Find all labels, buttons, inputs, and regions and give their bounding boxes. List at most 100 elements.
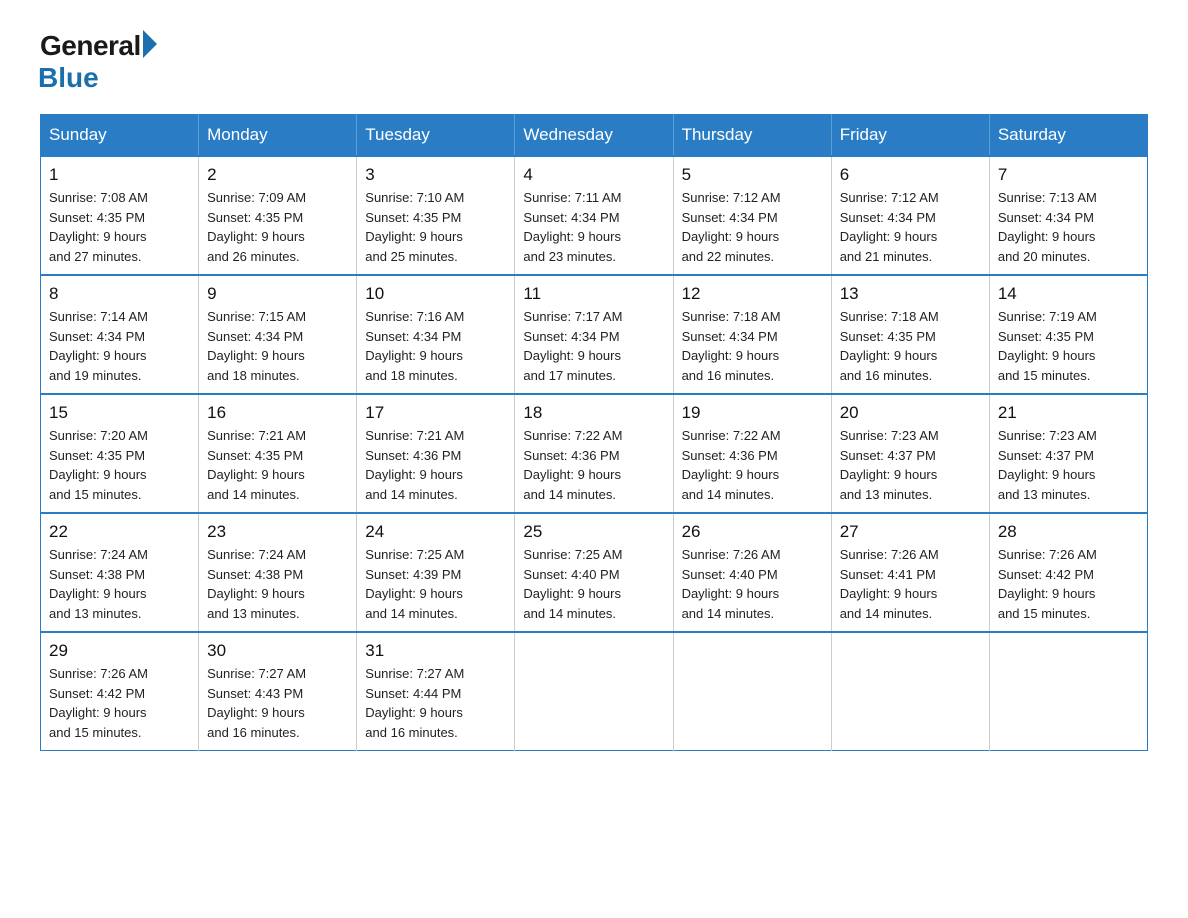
- day-number: 4: [523, 165, 664, 185]
- day-number: 2: [207, 165, 348, 185]
- calendar-day-cell: 23 Sunrise: 7:24 AMSunset: 4:38 PMDayligh…: [199, 513, 357, 632]
- day-info: Sunrise: 7:18 AMSunset: 4:34 PMDaylight:…: [682, 307, 823, 385]
- day-info: Sunrise: 7:12 AMSunset: 4:34 PMDaylight:…: [840, 188, 981, 266]
- day-of-week-header: Sunday: [41, 115, 199, 157]
- calendar-day-cell: 14 Sunrise: 7:19 AMSunset: 4:35 PMDayligh…: [989, 275, 1147, 394]
- page-header: General Blue: [40, 30, 1148, 94]
- day-info: Sunrise: 7:15 AMSunset: 4:34 PMDaylight:…: [207, 307, 348, 385]
- day-info: Sunrise: 7:10 AMSunset: 4:35 PMDaylight:…: [365, 188, 506, 266]
- calendar-table: SundayMondayTuesdayWednesdayThursdayFrid…: [40, 114, 1148, 751]
- day-number: 28: [998, 522, 1139, 542]
- day-info: Sunrise: 7:23 AMSunset: 4:37 PMDaylight:…: [840, 426, 981, 504]
- day-number: 10: [365, 284, 506, 304]
- calendar-day-cell: 27 Sunrise: 7:26 AMSunset: 4:41 PMDayligh…: [831, 513, 989, 632]
- day-number: 19: [682, 403, 823, 423]
- day-info: Sunrise: 7:13 AMSunset: 4:34 PMDaylight:…: [998, 188, 1139, 266]
- calendar-day-cell: 26 Sunrise: 7:26 AMSunset: 4:40 PMDayligh…: [673, 513, 831, 632]
- calendar-body: 1 Sunrise: 7:08 AMSunset: 4:35 PMDaylight…: [41, 156, 1148, 751]
- day-info: Sunrise: 7:16 AMSunset: 4:34 PMDaylight:…: [365, 307, 506, 385]
- days-of-week-row: SundayMondayTuesdayWednesdayThursdayFrid…: [41, 115, 1148, 157]
- day-number: 24: [365, 522, 506, 542]
- day-info: Sunrise: 7:18 AMSunset: 4:35 PMDaylight:…: [840, 307, 981, 385]
- day-info: Sunrise: 7:21 AMSunset: 4:36 PMDaylight:…: [365, 426, 506, 504]
- day-of-week-header: Wednesday: [515, 115, 673, 157]
- logo: General Blue: [40, 30, 157, 94]
- day-number: 5: [682, 165, 823, 185]
- day-number: 30: [207, 641, 348, 661]
- calendar-day-cell: 6 Sunrise: 7:12 AMSunset: 4:34 PMDaylight…: [831, 156, 989, 275]
- day-info: Sunrise: 7:22 AMSunset: 4:36 PMDaylight:…: [682, 426, 823, 504]
- calendar-day-cell: 4 Sunrise: 7:11 AMSunset: 4:34 PMDaylight…: [515, 156, 673, 275]
- calendar-day-cell: 13 Sunrise: 7:18 AMSunset: 4:35 PMDayligh…: [831, 275, 989, 394]
- calendar-day-cell: 3 Sunrise: 7:10 AMSunset: 4:35 PMDaylight…: [357, 156, 515, 275]
- day-info: Sunrise: 7:19 AMSunset: 4:35 PMDaylight:…: [998, 307, 1139, 385]
- calendar-day-cell: 16 Sunrise: 7:21 AMSunset: 4:35 PMDayligh…: [199, 394, 357, 513]
- day-info: Sunrise: 7:26 AMSunset: 4:42 PMDaylight:…: [49, 664, 190, 742]
- day-info: Sunrise: 7:25 AMSunset: 4:40 PMDaylight:…: [523, 545, 664, 623]
- day-number: 18: [523, 403, 664, 423]
- day-number: 29: [49, 641, 190, 661]
- day-of-week-header: Tuesday: [357, 115, 515, 157]
- day-info: Sunrise: 7:26 AMSunset: 4:41 PMDaylight:…: [840, 545, 981, 623]
- day-number: 3: [365, 165, 506, 185]
- day-of-week-header: Monday: [199, 115, 357, 157]
- calendar-day-cell: 8 Sunrise: 7:14 AMSunset: 4:34 PMDaylight…: [41, 275, 199, 394]
- day-number: 27: [840, 522, 981, 542]
- day-number: 20: [840, 403, 981, 423]
- calendar-day-cell: 17 Sunrise: 7:21 AMSunset: 4:36 PMDayligh…: [357, 394, 515, 513]
- day-number: 22: [49, 522, 190, 542]
- logo-arrow-icon: [143, 30, 157, 58]
- calendar-day-cell: 19 Sunrise: 7:22 AMSunset: 4:36 PMDayligh…: [673, 394, 831, 513]
- day-number: 17: [365, 403, 506, 423]
- day-number: 16: [207, 403, 348, 423]
- day-info: Sunrise: 7:22 AMSunset: 4:36 PMDaylight:…: [523, 426, 664, 504]
- calendar-day-cell: 30Sunrise: 7:27 AMSunset: 4:43 PMDayligh…: [199, 632, 357, 751]
- calendar-day-cell: [831, 632, 989, 751]
- day-number: 9: [207, 284, 348, 304]
- calendar-week-row: 1 Sunrise: 7:08 AMSunset: 4:35 PMDaylight…: [41, 156, 1148, 275]
- day-number: 23: [207, 522, 348, 542]
- day-number: 1: [49, 165, 190, 185]
- day-info: Sunrise: 7:24 AMSunset: 4:38 PMDaylight:…: [207, 545, 348, 623]
- day-number: 13: [840, 284, 981, 304]
- day-number: 31: [365, 641, 506, 661]
- day-number: 21: [998, 403, 1139, 423]
- day-info: Sunrise: 7:17 AMSunset: 4:34 PMDaylight:…: [523, 307, 664, 385]
- day-info: Sunrise: 7:26 AMSunset: 4:42 PMDaylight:…: [998, 545, 1139, 623]
- day-number: 15: [49, 403, 190, 423]
- day-number: 8: [49, 284, 190, 304]
- day-of-week-header: Saturday: [989, 115, 1147, 157]
- calendar-day-cell: 31 Sunrise: 7:27 AMSunset: 4:44 PMDayligh…: [357, 632, 515, 751]
- calendar-day-cell: 22 Sunrise: 7:24 AMSunset: 4:38 PMDayligh…: [41, 513, 199, 632]
- day-info: Sunrise: 7:23 AMSunset: 4:37 PMDaylight:…: [998, 426, 1139, 504]
- calendar-day-cell: 2Sunrise: 7:09 AMSunset: 4:35 PMDaylight…: [199, 156, 357, 275]
- calendar-day-cell: [515, 632, 673, 751]
- day-info: Sunrise: 7:26 AMSunset: 4:40 PMDaylight:…: [682, 545, 823, 623]
- day-number: 6: [840, 165, 981, 185]
- day-info: Sunrise: 7:24 AMSunset: 4:38 PMDaylight:…: [49, 545, 190, 623]
- calendar-day-cell: 29 Sunrise: 7:26 AMSunset: 4:42 PMDayligh…: [41, 632, 199, 751]
- day-info: Sunrise: 7:08 AMSunset: 4:35 PMDaylight:…: [49, 188, 190, 266]
- day-info: Sunrise: 7:14 AMSunset: 4:34 PMDaylight:…: [49, 307, 190, 385]
- day-info: Sunrise: 7:11 AMSunset: 4:34 PMDaylight:…: [523, 188, 664, 266]
- day-number: 12: [682, 284, 823, 304]
- calendar-day-cell: 21 Sunrise: 7:23 AMSunset: 4:37 PMDayligh…: [989, 394, 1147, 513]
- logo-blue-text: Blue: [38, 62, 99, 94]
- day-number: 14: [998, 284, 1139, 304]
- day-info: Sunrise: 7:21 AMSunset: 4:35 PMDaylight:…: [207, 426, 348, 504]
- calendar-day-cell: 11Sunrise: 7:17 AMSunset: 4:34 PMDayligh…: [515, 275, 673, 394]
- calendar-week-row: 22 Sunrise: 7:24 AMSunset: 4:38 PMDayligh…: [41, 513, 1148, 632]
- calendar-day-cell: 25 Sunrise: 7:25 AMSunset: 4:40 PMDayligh…: [515, 513, 673, 632]
- calendar-day-cell: 7 Sunrise: 7:13 AMSunset: 4:34 PMDaylight…: [989, 156, 1147, 275]
- day-of-week-header: Friday: [831, 115, 989, 157]
- calendar-day-cell: 5Sunrise: 7:12 AMSunset: 4:34 PMDaylight…: [673, 156, 831, 275]
- calendar-day-cell: [673, 632, 831, 751]
- calendar-day-cell: 9 Sunrise: 7:15 AMSunset: 4:34 PMDaylight…: [199, 275, 357, 394]
- day-info: Sunrise: 7:20 AMSunset: 4:35 PMDaylight:…: [49, 426, 190, 504]
- calendar-day-cell: [989, 632, 1147, 751]
- day-number: 26: [682, 522, 823, 542]
- day-number: 25: [523, 522, 664, 542]
- day-number: 7: [998, 165, 1139, 185]
- day-info: Sunrise: 7:27 AMSunset: 4:44 PMDaylight:…: [365, 664, 506, 742]
- calendar-day-cell: 15 Sunrise: 7:20 AMSunset: 4:35 PMDayligh…: [41, 394, 199, 513]
